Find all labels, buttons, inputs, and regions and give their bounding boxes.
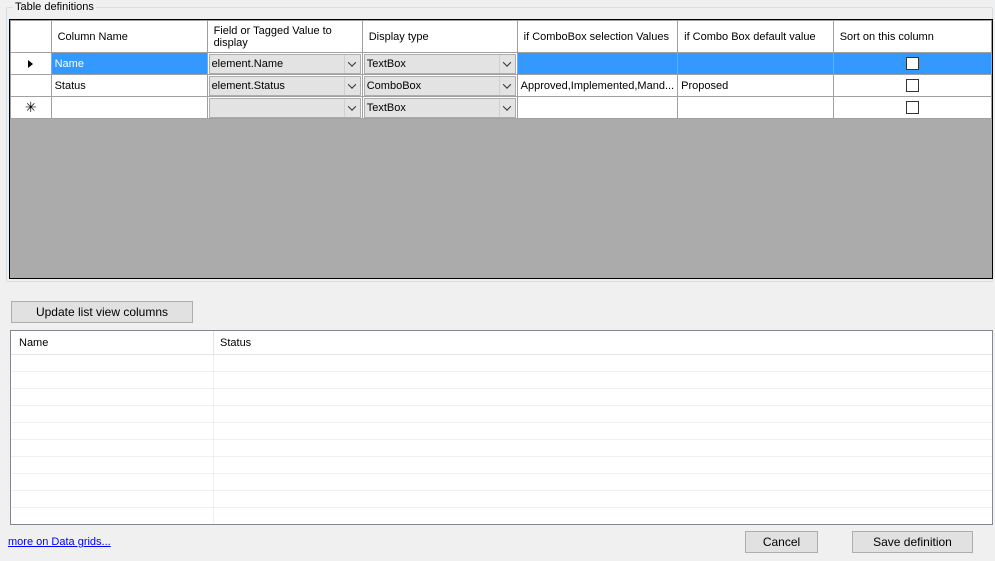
sort-checkbox[interactable] xyxy=(905,79,919,92)
display-type-value: ComboBox xyxy=(366,79,422,92)
grid-corner-header xyxy=(10,20,52,53)
header-column-name[interactable]: Column Name xyxy=(50,20,208,53)
cell-combo-default[interactable] xyxy=(677,96,834,119)
update-list-view-columns-button[interactable]: Update list view columns xyxy=(11,301,193,323)
cell-column-name[interactable]: Status xyxy=(50,74,208,97)
new-row-asterisk-icon: ✳ xyxy=(24,99,37,115)
list-view-row xyxy=(11,457,992,474)
dropdown-arrow[interactable] xyxy=(343,98,360,117)
dropdown-arrow[interactable] xyxy=(343,76,360,95)
dropdown-arrow[interactable] xyxy=(498,54,515,73)
grid-table: Column Name Field or Tagged Value to dis… xyxy=(10,20,992,119)
cell-field[interactable] xyxy=(206,96,363,119)
cell-combo-values[interactable]: Approved,Implemented,Mand... xyxy=(516,74,679,97)
row-header[interactable] xyxy=(10,74,52,97)
cancel-button[interactable]: Cancel xyxy=(745,531,818,553)
field-combobox[interactable]: element.Status xyxy=(208,75,361,96)
header-combo-values[interactable]: if ComboBox selection Values xyxy=(516,20,679,53)
chevron-down-icon xyxy=(347,101,357,111)
save-definition-button[interactable]: Save definition xyxy=(852,531,973,553)
list-view-row xyxy=(11,508,992,524)
grid-new-row[interactable]: ✳ TextBox xyxy=(10,96,992,119)
cell-combo-values[interactable] xyxy=(516,96,679,119)
cell-combo-default[interactable]: Proposed xyxy=(677,74,834,97)
list-view-row xyxy=(11,423,992,440)
cell-combo-default[interactable] xyxy=(677,52,834,75)
header-combo-default[interactable]: if Combo Box default value xyxy=(677,20,834,53)
cell-column-name[interactable] xyxy=(50,96,208,119)
display-type-combobox[interactable]: ComboBox xyxy=(363,75,516,96)
header-field[interactable]: Field or Tagged Value to display xyxy=(206,20,363,53)
grid-row[interactable]: Name element.Name TextBox xyxy=(10,52,992,75)
chevron-down-icon xyxy=(347,79,357,89)
header-display-type[interactable]: Display type xyxy=(361,20,518,53)
cell-display-type[interactable]: TextBox xyxy=(361,96,518,119)
cell-sort[interactable] xyxy=(832,74,992,97)
list-view-row xyxy=(11,406,992,423)
sort-checkbox[interactable] xyxy=(905,57,919,70)
field-combobox-value: element.Name xyxy=(211,57,284,70)
cell-display-type[interactable]: TextBox xyxy=(361,52,518,75)
dropdown-arrow[interactable] xyxy=(498,76,515,95)
chevron-down-icon xyxy=(502,79,512,89)
list-view-row xyxy=(11,491,992,508)
field-combobox[interactable]: element.Name xyxy=(208,53,361,74)
chevron-down-icon xyxy=(347,57,357,67)
display-type-value: TextBox xyxy=(366,57,406,70)
field-combobox-value: element.Status xyxy=(211,79,285,92)
dropdown-arrow[interactable] xyxy=(343,54,360,73)
list-view-column-status[interactable]: Status xyxy=(214,331,992,354)
display-type-combobox[interactable]: TextBox xyxy=(363,53,516,74)
chevron-down-icon xyxy=(502,57,512,67)
list-view-row xyxy=(11,474,992,491)
cell-field[interactable]: element.Status xyxy=(206,74,363,97)
list-view-column-name[interactable]: Name xyxy=(11,331,214,354)
cell-field[interactable]: element.Name xyxy=(206,52,363,75)
list-view-row xyxy=(11,440,992,457)
chevron-down-icon xyxy=(502,101,512,111)
list-view-row xyxy=(11,389,992,406)
grid-row[interactable]: Status element.Status ComboBox Approved,… xyxy=(10,74,992,97)
cell-combo-values[interactable] xyxy=(516,52,679,75)
sort-checkbox[interactable] xyxy=(905,101,919,114)
group-title: Table definitions xyxy=(13,1,96,14)
list-view-row xyxy=(11,372,992,389)
list-view-preview[interactable]: Name Status xyxy=(10,330,993,525)
table-definitions-grid[interactable]: Column Name Field or Tagged Value to dis… xyxy=(9,19,993,279)
list-view-row xyxy=(11,355,992,372)
list-view-header: Name Status xyxy=(11,331,992,355)
row-header-new[interactable]: ✳ xyxy=(10,96,52,119)
field-combobox[interactable] xyxy=(208,97,361,118)
cell-sort[interactable] xyxy=(832,96,992,119)
row-header-current[interactable] xyxy=(10,52,52,75)
display-type-combobox[interactable]: TextBox xyxy=(363,97,516,118)
current-row-arrow-icon xyxy=(28,59,34,68)
display-type-value: TextBox xyxy=(366,101,406,114)
cell-sort[interactable] xyxy=(832,52,992,75)
dropdown-arrow[interactable] xyxy=(498,98,515,117)
cell-display-type[interactable]: ComboBox xyxy=(361,74,518,97)
header-sort[interactable]: Sort on this column xyxy=(832,20,992,53)
data-grids-help-link[interactable]: more on Data grids... xyxy=(8,536,111,548)
cell-column-name[interactable]: Name xyxy=(50,52,208,75)
